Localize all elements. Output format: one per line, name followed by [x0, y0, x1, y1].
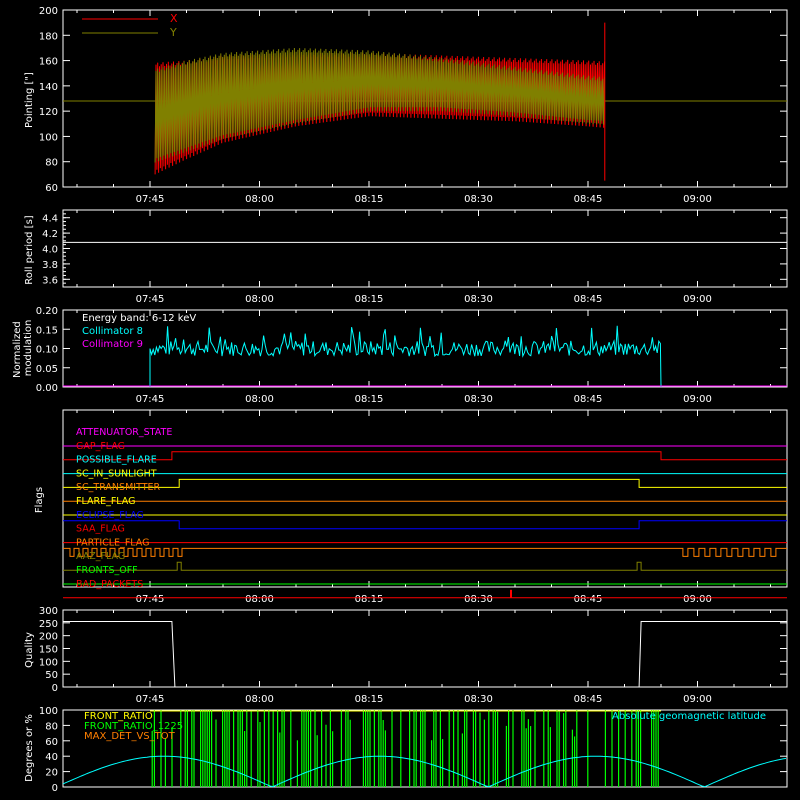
pointing-ylabel: Pointing ["]	[24, 72, 35, 128]
y-tick-label: 60	[45, 183, 58, 194]
legend-y-label: Y	[169, 26, 177, 39]
y-tick-label: 0.15	[36, 325, 58, 336]
y-tick-label: 150	[39, 645, 58, 656]
y-tick-label: 3.8	[42, 260, 58, 271]
legend-max-det-vs-tot: MAX_DET_VS_TOT	[84, 731, 176, 742]
flag-label: ECLIPSE_FLAG	[76, 510, 144, 521]
x-tick-label: 08:45	[574, 194, 603, 205]
x-tick-label: 08:15	[355, 694, 384, 705]
x-tick-label: 07:45	[136, 694, 165, 705]
x-tick-label: 09:00	[683, 194, 712, 205]
x-tick-label: 08:30	[464, 194, 493, 205]
x-tick-label: 08:30	[464, 394, 493, 405]
x-tick-label: 09:00	[683, 594, 712, 605]
y-tick-label: 160	[39, 57, 58, 68]
modulation-ylabel-line2: modulation	[23, 320, 34, 377]
x-tick-label: 07:45	[136, 594, 165, 605]
y-tick-label: 0.20	[36, 306, 58, 317]
x-tick-label: 09:00	[683, 394, 712, 405]
flag-label: BAD_PACKETS	[76, 579, 143, 590]
flag-label: SC_IN_SUNLIGHT	[76, 468, 157, 479]
legend-geomagnetic-latitude: Absolute geomagnetic latitude	[612, 711, 766, 722]
modulation-ylabel: Normalized modulation	[12, 318, 34, 378]
energy-band-annotation: Energy band: 6-12 keV	[82, 313, 196, 324]
y-tick-label: 100	[39, 132, 58, 143]
ratios-ylabel: Degrees or %	[24, 714, 35, 782]
flag-label: GAP_FLAG	[76, 441, 125, 452]
y-tick-label: 3.6	[42, 275, 58, 286]
y-tick-label: 100	[39, 657, 58, 668]
x-tick-label: 08:30	[464, 594, 493, 605]
x-tick-label: 07:45	[136, 294, 165, 305]
legend-x-label: X	[170, 12, 178, 25]
x-tick-label: 07:45	[136, 394, 165, 405]
flag-label: FLARE_FLAG	[76, 496, 136, 507]
x-tick-label: 08:45	[574, 694, 603, 705]
y-tick-label: 4.4	[42, 214, 58, 225]
x-tick-label: 08:00	[245, 594, 274, 605]
y-tick-label: 60	[45, 737, 58, 748]
x-tick-label: 08:45	[574, 394, 603, 405]
quality-ylabel: Quality	[24, 632, 35, 668]
flag-label: PARTICLE_FLAG	[76, 537, 149, 548]
y-tick-label: 0.00	[36, 383, 58, 394]
x-tick-label: 08:30	[464, 694, 493, 705]
x-tick-label: 08:00	[245, 194, 274, 205]
flag-label: ATTENUATOR_STATE	[76, 427, 172, 438]
x-tick-label: 08:00	[245, 294, 274, 305]
legend-collimator-8: Collimator 8	[82, 326, 143, 337]
x-tick-label: 08:30	[464, 294, 493, 305]
x-tick-label: 07:45	[136, 194, 165, 205]
roll-period-ylabel: Roll period [s]	[24, 215, 35, 284]
y-tick-label: 250	[39, 619, 58, 630]
y-tick-label: 180	[39, 31, 58, 42]
y-tick-label: 50	[45, 670, 58, 681]
flags-ylabel: Flags	[34, 487, 45, 513]
rhessi-summary-figure: Pointing ["] 6080100120140160180200 07:4…	[0, 0, 800, 800]
x-tick-label: 08:15	[355, 294, 384, 305]
modulation-ylabel-line1: Normalized	[12, 321, 23, 378]
flag-label: AAZ_FLAG	[76, 551, 125, 562]
x-tick-label: 08:45	[574, 594, 603, 605]
x-tick-label: 08:00	[245, 394, 274, 405]
x-tick-label: 08:45	[574, 294, 603, 305]
y-tick-label: 200	[39, 6, 58, 17]
y-tick-label: 4.2	[42, 229, 58, 240]
legend-collimator-9: Collimator 9	[82, 339, 143, 350]
flag-label: POSSIBLE_FLARE	[76, 455, 157, 466]
x-tick-label: 08:15	[355, 194, 384, 205]
y-tick-label: 80	[45, 158, 58, 169]
y-tick-label: 200	[39, 632, 58, 643]
y-tick-label: 300	[39, 606, 58, 617]
x-tick-label: 08:15	[355, 594, 384, 605]
y-tick-label: 40	[45, 752, 58, 763]
y-tick-label: 0.05	[36, 364, 58, 375]
x-tick-label: 08:00	[245, 694, 274, 705]
y-tick-label: 120	[39, 107, 58, 118]
x-tick-label: 08:15	[355, 394, 384, 405]
y-tick-label: 4.0	[42, 245, 58, 256]
x-tick-label: 09:00	[683, 694, 712, 705]
y-tick-label: 0.10	[36, 345, 58, 356]
flag-label: SAA_FLAG	[76, 524, 125, 535]
y-tick-label: 0	[52, 783, 58, 794]
y-tick-label: 20	[45, 768, 58, 779]
flag-label: FRONTS_OFF	[76, 565, 138, 576]
y-tick-label: 100	[39, 706, 58, 717]
y-tick-label: 80	[45, 721, 58, 732]
flag-label: SC_TRANSMITTER	[76, 482, 161, 493]
x-tick-label: 09:00	[683, 294, 712, 305]
y-tick-label: 0	[52, 683, 58, 694]
y-tick-label: 140	[39, 82, 58, 93]
